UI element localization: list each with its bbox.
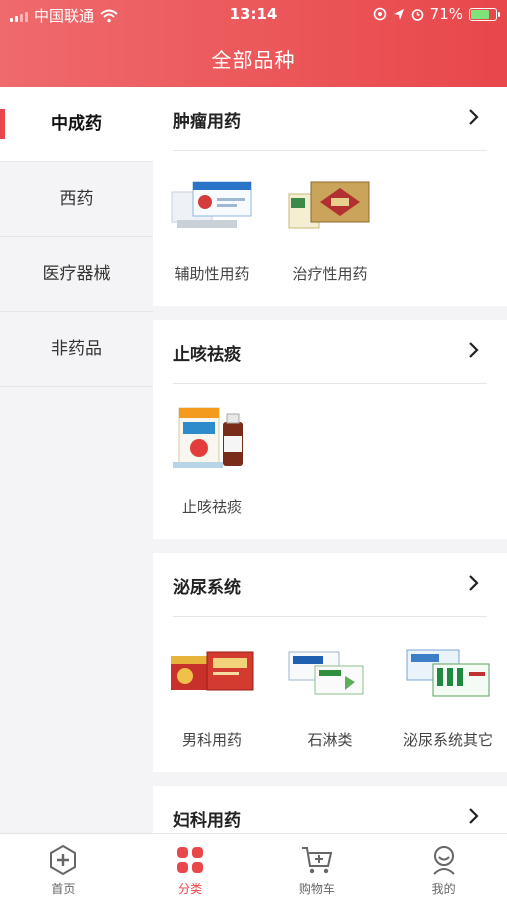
section-title: 妇科用药 (173, 811, 241, 831)
section-urinary: 泌尿系统 男科用药 石淋类 泌尿系统其它 (153, 553, 507, 772)
chevron-right-icon (469, 109, 479, 125)
category-sidebar: 中成药 西药 医疗器械 非药品 (0, 87, 153, 833)
tab-label: 分类 (178, 882, 203, 896)
battery-icon (469, 7, 500, 21)
category-item[interactable]: 男科用药 (153, 637, 271, 750)
section-title: 泌尿系统 (173, 578, 241, 598)
section-header[interactable]: 妇科用药 (173, 786, 487, 833)
tab-label: 首页 (51, 882, 76, 896)
status-right: 71% (373, 5, 500, 23)
tab-label: 我的 (431, 882, 456, 896)
tab-home[interactable]: 首页 (0, 834, 127, 901)
category-item-label: 治疗性用药 (292, 265, 368, 283)
category-item-label: 止咳祛痰 (181, 498, 242, 516)
tab-profile[interactable]: 我的 (380, 834, 507, 901)
rotation-lock-icon (373, 7, 386, 21)
section-cough: 止咳祛痰 止咳祛痰 (153, 320, 507, 539)
product-image (271, 171, 389, 241)
section-title: 止咳祛痰 (173, 345, 241, 365)
section-gynecology: 妇科用药 (153, 786, 507, 833)
category-item[interactable]: 泌尿系统其它 (389, 637, 507, 750)
chevron-right-icon (469, 342, 479, 358)
profile-icon (432, 846, 455, 875)
section-title: 肿瘤用药 (173, 112, 241, 132)
category-item[interactable]: 辅助性用药 (153, 171, 271, 284)
section-header[interactable]: 止咳祛痰 (173, 320, 487, 384)
sidebar-item-medical-devices[interactable]: 医疗器械 (0, 237, 153, 312)
section-header[interactable]: 肿瘤用药 (173, 87, 487, 151)
nav-bar: 全部品种 (0, 30, 507, 87)
category-item-label: 辅助性用药 (174, 265, 250, 283)
page-title: 全部品种 (211, 48, 296, 72)
category-item-label: 石淋类 (307, 731, 353, 749)
category-icon (177, 847, 204, 873)
chevron-right-icon (469, 808, 479, 824)
tab-category[interactable]: 分类 (127, 834, 254, 901)
category-item-label: 男科用药 (181, 731, 242, 749)
chevron-right-icon (469, 575, 479, 591)
tab-cart[interactable]: 购物车 (254, 834, 381, 901)
tab-label: 购物车 (298, 882, 335, 896)
product-image (389, 637, 507, 707)
home-plus-icon (50, 844, 77, 876)
section-oncology: 肿瘤用药 辅助性用药 治疗性用药 (153, 87, 507, 306)
battery-percent: 71% (429, 5, 463, 23)
status-bar: 中国联通 13:14 71% (0, 0, 507, 30)
sidebar-item-western-medicine[interactable]: 西药 (0, 162, 153, 237)
tab-bar: 首页 分类 购物车 我的 (0, 833, 507, 901)
category-item[interactable]: 止咳祛痰 (153, 404, 271, 517)
category-item-label: 泌尿系统其它 (402, 731, 493, 749)
product-image (153, 637, 271, 707)
location-icon (393, 8, 404, 20)
product-image (153, 404, 271, 474)
alarm-icon (411, 8, 423, 21)
category-item[interactable]: 石淋类 (271, 637, 389, 750)
sidebar-item-chinese-medicine[interactable]: 中成药 (0, 87, 153, 162)
section-header[interactable]: 泌尿系统 (173, 553, 487, 617)
product-image (153, 171, 271, 241)
sidebar-item-non-drugs[interactable]: 非药品 (0, 312, 153, 387)
product-image (271, 637, 389, 707)
cart-icon (301, 847, 333, 874)
category-content[interactable]: 肿瘤用药 辅助性用药 治疗性用药 止咳祛痰 止咳祛痰 泌尿系统 男科用药 石淋类… (153, 87, 507, 833)
category-item[interactable]: 治疗性用药 (271, 171, 389, 284)
